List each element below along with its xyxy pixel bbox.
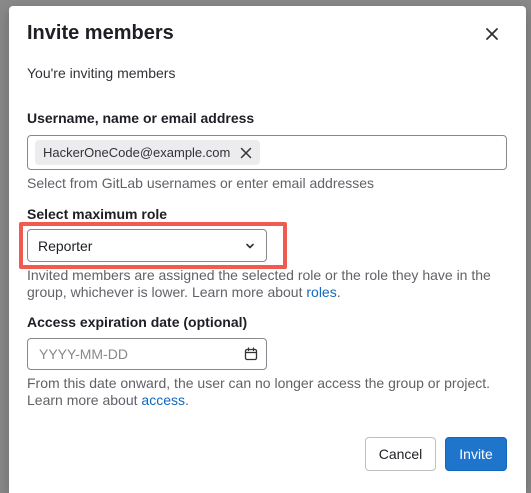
role-select-value: Reporter (38, 237, 93, 254)
chevron-down-icon (244, 240, 256, 252)
remove-token-icon[interactable] (240, 147, 252, 159)
role-label: Select maximum role (27, 206, 168, 222)
roles-link[interactable]: roles (306, 284, 336, 300)
expiration-date-field[interactable] (27, 338, 267, 370)
expiration-help-text: From this date onward, the user can no l… (27, 375, 491, 408)
expiration-help: From this date onward, the user can no l… (27, 375, 512, 409)
calendar-icon[interactable] (244, 347, 258, 361)
access-link[interactable]: access (141, 392, 185, 408)
close-icon[interactable] (481, 23, 503, 45)
username-help: Select from GitLab usernames or enter em… (27, 175, 375, 191)
modal-title: Invite members (27, 22, 174, 44)
role-help-text: Invited members are assigned the selecte… (27, 267, 491, 300)
expiration-label: Access expiration date (optional) (27, 314, 248, 330)
username-label: Username, name or email address (27, 110, 255, 126)
expiration-help-end: . (184, 392, 189, 408)
role-help: Invited members are assigned the selecte… (27, 267, 512, 301)
role-select[interactable]: Reporter (27, 229, 267, 262)
invite-button[interactable]: Invite (445, 437, 507, 471)
role-help-end: . (336, 284, 341, 300)
expiration-date-input[interactable] (28, 339, 228, 369)
email-token-text: HackerOneCode@example.com (43, 145, 231, 160)
cancel-button[interactable]: Cancel (365, 437, 436, 471)
modal-intro: You're inviting members (27, 65, 176, 81)
email-token: HackerOneCode@example.com (35, 140, 261, 165)
invite-members-modal: Invite members You're inviting members U… (9, 6, 526, 493)
username-input[interactable]: HackerOneCode@example.com (27, 135, 507, 170)
